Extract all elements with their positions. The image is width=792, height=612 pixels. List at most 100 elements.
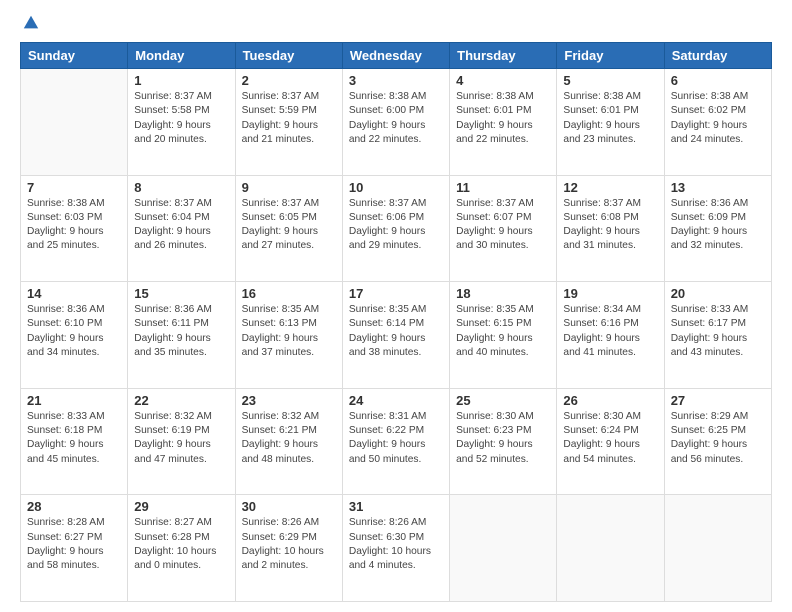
day-info: Sunrise: 8:37 AMSunset: 6:05 PMDaylight:… (242, 197, 336, 254)
day-number: 7 (27, 180, 121, 195)
day-info: Sunrise: 8:32 AMSunset: 6:19 PMDaylight:… (134, 410, 228, 467)
day-number: 1 (134, 73, 228, 88)
day-number: 23 (242, 393, 336, 408)
day-number: 6 (671, 73, 765, 88)
day-info: Sunrise: 8:35 AMSunset: 6:13 PMDaylight:… (242, 303, 336, 360)
day-number: 28 (27, 499, 121, 514)
header-monday: Monday (128, 43, 235, 69)
day-info: Sunrise: 8:27 AMSunset: 6:28 PMDaylight:… (134, 516, 228, 573)
calendar-cell: 30 Sunrise: 8:26 AMSunset: 6:29 PMDayligh… (235, 495, 342, 602)
day-info: Sunrise: 8:38 AMSunset: 6:00 PMDaylight:… (349, 90, 443, 147)
day-info: Sunrise: 8:35 AMSunset: 6:15 PMDaylight:… (456, 303, 550, 360)
day-number: 18 (456, 286, 550, 301)
calendar-cell: 9Sunrise: 8:37 AMSunset: 6:05 PMDaylight… (235, 175, 342, 282)
calendar-cell: 5 Sunrise: 8:38 AMSunset: 6:01 PMDaylight… (557, 69, 664, 176)
day-info: Sunrise: 8:34 AMSunset: 6:16 PMDaylight:… (563, 303, 657, 360)
day-number: 10 (349, 180, 443, 195)
day-number: 19 (563, 286, 657, 301)
header-saturday: Saturday (664, 43, 771, 69)
calendar-cell: 24 Sunrise: 8:31 AMSunset: 6:22 PMDayligh… (342, 388, 449, 495)
calendar-cell (450, 495, 557, 602)
day-info: Sunrise: 8:32 AMSunset: 6:21 PMDaylight:… (242, 410, 336, 467)
day-info: Sunrise: 8:30 AMSunset: 6:24 PMDaylight:… (563, 410, 657, 467)
day-info: Sunrise: 8:37 AMSunset: 6:07 PMDaylight:… (456, 197, 550, 254)
day-number: 24 (349, 393, 443, 408)
day-info: Sunrise: 8:36 AMSunset: 6:10 PMDaylight:… (27, 303, 121, 360)
day-number: 5 (563, 73, 657, 88)
calendar-cell: 13Sunrise: 8:36 AMSunset: 6:09 PMDayligh… (664, 175, 771, 282)
day-info: Sunrise: 8:26 AMSunset: 6:29 PMDaylight:… (242, 516, 336, 573)
day-info: Sunrise: 8:37 AMSunset: 6:06 PMDaylight:… (349, 197, 443, 254)
logo-text (20, 16, 40, 32)
calendar-cell: 14 Sunrise: 8:36 AMSunset: 6:10 PMDayligh… (21, 282, 128, 389)
day-number: 8 (134, 180, 228, 195)
calendar-cell: 8 Sunrise: 8:37 AMSunset: 6:04 PMDaylight… (128, 175, 235, 282)
day-info: Sunrise: 8:37 AMSunset: 6:04 PMDaylight:… (134, 197, 228, 254)
day-info: Sunrise: 8:36 AMSunset: 6:09 PMDaylight:… (671, 197, 765, 254)
calendar-table: Sunday Monday Tuesday Wednesday Thursday… (20, 42, 772, 602)
day-number: 16 (242, 286, 336, 301)
calendar-cell: 2 Sunrise: 8:37 AMSunset: 5:59 PMDaylight… (235, 69, 342, 176)
header-wednesday: Wednesday (342, 43, 449, 69)
calendar-cell: 3 Sunrise: 8:38 AMSunset: 6:00 PMDaylight… (342, 69, 449, 176)
header-thursday: Thursday (450, 43, 557, 69)
calendar-cell: 28 Sunrise: 8:28 AMSunset: 6:27 PMDayligh… (21, 495, 128, 602)
calendar-cell: 12 Sunrise: 8:37 AMSunset: 6:08 PMDayligh… (557, 175, 664, 282)
day-number: 21 (27, 393, 121, 408)
day-info: Sunrise: 8:33 AMSunset: 6:18 PMDaylight:… (27, 410, 121, 467)
calendar-cell (557, 495, 664, 602)
week-row-1: 1 Sunrise: 8:37 AMSunset: 5:58 PMDaylight… (21, 69, 772, 176)
day-info: Sunrise: 8:38 AMSunset: 6:01 PMDaylight:… (563, 90, 657, 147)
calendar-cell: 11 Sunrise: 8:37 AMSunset: 6:07 PMDayligh… (450, 175, 557, 282)
day-info: Sunrise: 8:29 AMSunset: 6:25 PMDaylight:… (671, 410, 765, 467)
day-number: 14 (27, 286, 121, 301)
day-info: Sunrise: 8:38 AMSunset: 6:02 PMDaylight:… (671, 90, 765, 147)
calendar-cell (664, 495, 771, 602)
day-number: 26 (563, 393, 657, 408)
day-info: Sunrise: 8:28 AMSunset: 6:27 PMDaylight:… (27, 516, 121, 573)
header-tuesday: Tuesday (235, 43, 342, 69)
calendar-cell: 25 Sunrise: 8:30 AMSunset: 6:23 PMDayligh… (450, 388, 557, 495)
weekday-header-row: Sunday Monday Tuesday Wednesday Thursday… (21, 43, 772, 69)
calendar-cell: 20Sunrise: 8:33 AMSunset: 6:17 PMDayligh… (664, 282, 771, 389)
day-number: 29 (134, 499, 228, 514)
day-info: Sunrise: 8:36 AMSunset: 6:11 PMDaylight:… (134, 303, 228, 360)
day-number: 17 (349, 286, 443, 301)
day-number: 27 (671, 393, 765, 408)
calendar-cell (21, 69, 128, 176)
calendar-cell: 1 Sunrise: 8:37 AMSunset: 5:58 PMDaylight… (128, 69, 235, 176)
day-info: Sunrise: 8:26 AMSunset: 6:30 PMDaylight:… (349, 516, 443, 573)
calendar-cell: 15 Sunrise: 8:36 AMSunset: 6:11 PMDayligh… (128, 282, 235, 389)
day-number: 4 (456, 73, 550, 88)
day-info: Sunrise: 8:38 AMSunset: 6:01 PMDaylight:… (456, 90, 550, 147)
header-friday: Friday (557, 43, 664, 69)
day-number: 25 (456, 393, 550, 408)
day-info: Sunrise: 8:37 AMSunset: 5:59 PMDaylight:… (242, 90, 336, 147)
day-info: Sunrise: 8:37 AMSunset: 5:58 PMDaylight:… (134, 90, 228, 147)
header-sunday: Sunday (21, 43, 128, 69)
day-number: 20 (671, 286, 765, 301)
day-info: Sunrise: 8:31 AMSunset: 6:22 PMDaylight:… (349, 410, 443, 467)
calendar-cell: 21 Sunrise: 8:33 AMSunset: 6:18 PMDayligh… (21, 388, 128, 495)
day-info: Sunrise: 8:35 AMSunset: 6:14 PMDaylight:… (349, 303, 443, 360)
day-number: 15 (134, 286, 228, 301)
calendar-cell: 10 Sunrise: 8:37 AMSunset: 6:06 PMDayligh… (342, 175, 449, 282)
week-row-4: 21 Sunrise: 8:33 AMSunset: 6:18 PMDayligh… (21, 388, 772, 495)
day-number: 22 (134, 393, 228, 408)
calendar-cell: 4 Sunrise: 8:38 AMSunset: 6:01 PMDaylight… (450, 69, 557, 176)
day-info: Sunrise: 8:37 AMSunset: 6:08 PMDaylight:… (563, 197, 657, 254)
calendar-cell: 19 Sunrise: 8:34 AMSunset: 6:16 PMDayligh… (557, 282, 664, 389)
calendar-cell: 29 Sunrise: 8:27 AMSunset: 6:28 PMDayligh… (128, 495, 235, 602)
calendar-cell: 31 Sunrise: 8:26 AMSunset: 6:30 PMDayligh… (342, 495, 449, 602)
day-number: 31 (349, 499, 443, 514)
day-number: 12 (563, 180, 657, 195)
day-info: Sunrise: 8:30 AMSunset: 6:23 PMDaylight:… (456, 410, 550, 467)
day-number: 30 (242, 499, 336, 514)
calendar-cell: 23 Sunrise: 8:32 AMSunset: 6:21 PMDayligh… (235, 388, 342, 495)
logo-icon (22, 14, 40, 32)
day-number: 2 (242, 73, 336, 88)
week-row-3: 14 Sunrise: 8:36 AMSunset: 6:10 PMDayligh… (21, 282, 772, 389)
day-number: 11 (456, 180, 550, 195)
calendar-cell: 27 Sunrise: 8:29 AMSunset: 6:25 PMDayligh… (664, 388, 771, 495)
day-number: 3 (349, 73, 443, 88)
